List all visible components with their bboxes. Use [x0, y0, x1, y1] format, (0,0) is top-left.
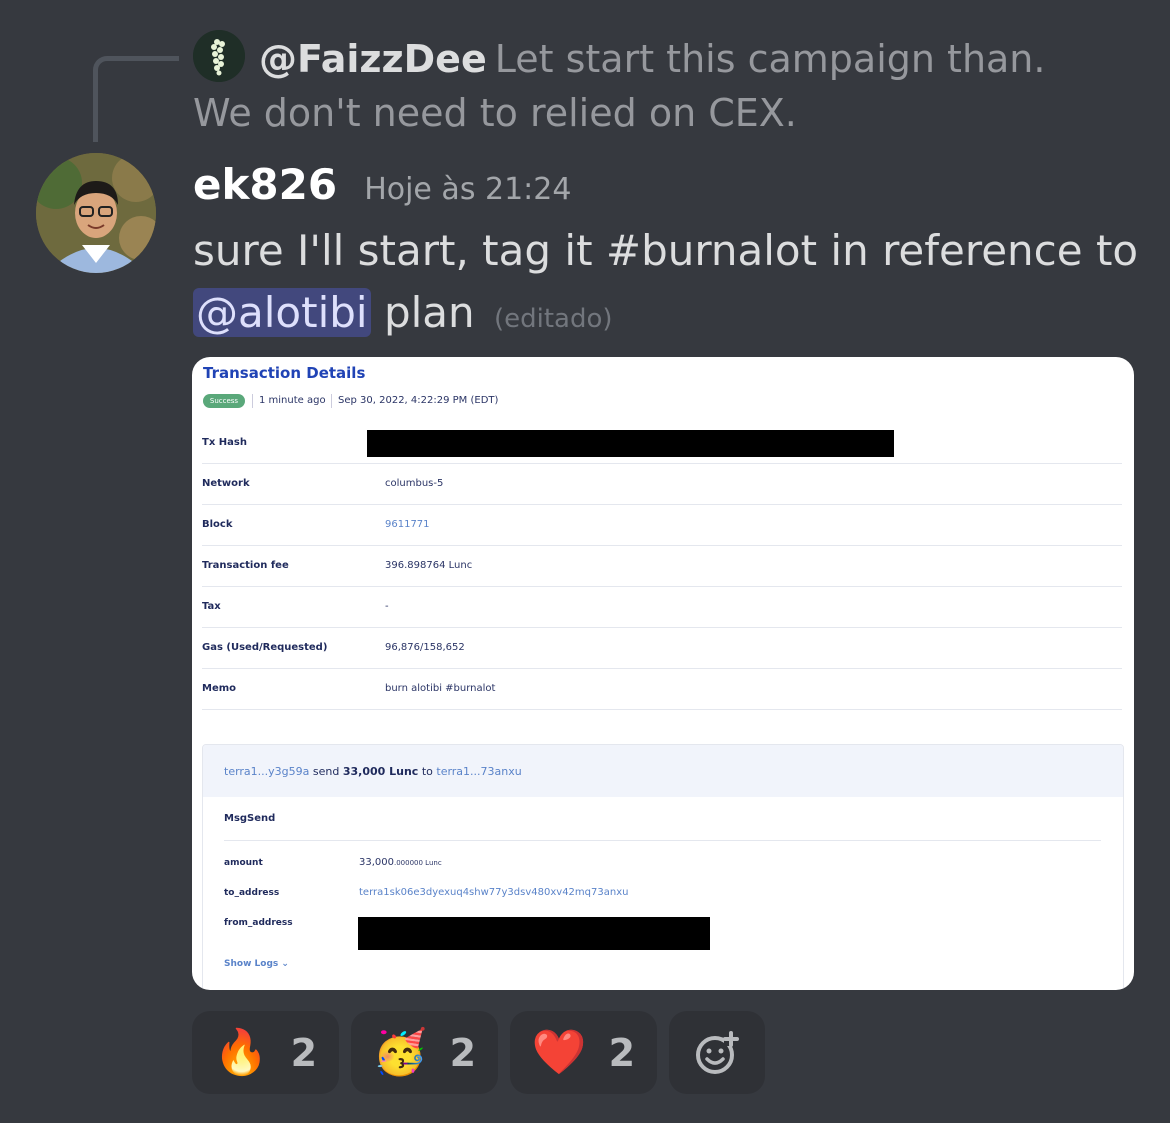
- tx-datetime: Sep 30, 2022, 4:22:29 PM (EDT): [331, 394, 498, 408]
- row-value: burn alotibi #burnalot: [385, 683, 496, 694]
- row-label: Tax: [202, 601, 221, 612]
- message-header: ek826 Hoje às 21:24: [193, 160, 571, 220]
- row-label: Gas (Used/Requested): [202, 642, 328, 653]
- reaction-count: 2: [608, 1030, 636, 1075]
- from-address-short: terra1...y3g59a: [224, 765, 310, 778]
- amount-label: amount: [224, 858, 263, 868]
- tx-row: Network columbus-5: [202, 463, 1122, 505]
- show-logs-link: Show Logs ⌄: [224, 959, 289, 969]
- reaction-partying-face[interactable]: 🥳 2: [351, 1011, 498, 1094]
- to-address-short: terra1...73anxu: [436, 765, 522, 778]
- tx-age: 1 minute ago: [252, 394, 326, 408]
- to-address-label: to_address: [224, 888, 280, 898]
- message-username[interactable]: ek826: [193, 160, 337, 209]
- from-address-label: from_address: [224, 918, 293, 928]
- user-avatar[interactable]: [36, 153, 156, 273]
- partying-face-icon: 🥳: [372, 1026, 428, 1078]
- amount-main: 33,000: [359, 857, 394, 868]
- reaction-heart[interactable]: ❤️ 2: [510, 1011, 657, 1094]
- block-link: 9611771: [385, 519, 430, 530]
- tx-row: Tax -: [202, 586, 1122, 628]
- msg-summary: terra1...y3g59a send 33,000 Lunc to terr…: [203, 745, 1123, 797]
- fire-icon: 🔥: [213, 1026, 269, 1078]
- tx-row: Gas (Used/Requested) 96,876/158,652: [202, 627, 1122, 669]
- row-label: Network: [202, 478, 250, 489]
- heart-icon: ❤️: [531, 1026, 587, 1078]
- reaction-fire[interactable]: 🔥 2: [192, 1011, 339, 1094]
- row-value: columbus-5: [385, 478, 444, 489]
- row-label: Memo: [202, 683, 237, 694]
- msg-summary-line: terra1...y3g59a send 33,000 Lunc to terr…: [224, 765, 522, 778]
- row-value: 396.898764 Lunc: [385, 560, 473, 571]
- row-label: Block: [202, 519, 233, 530]
- attachment-image[interactable]: Transaction Details Success 1 minute ago…: [192, 357, 1134, 990]
- divider: [224, 840, 1101, 841]
- reply-preview[interactable]: @FaizzDee Let start this campaign than. W…: [193, 32, 1093, 140]
- tx-row: Memo burn alotibi #burnalot: [202, 668, 1122, 710]
- redaction-bar: [358, 917, 710, 950]
- msg-type: MsgSend: [224, 813, 276, 824]
- send-word: send: [312, 765, 340, 778]
- edited-indicator: (editado): [493, 304, 613, 334]
- reaction-count: 2: [290, 1030, 318, 1075]
- add-reaction-button[interactable]: [669, 1011, 765, 1094]
- redaction-bar: [367, 430, 894, 457]
- send-amount: 33,000 Lunc: [342, 765, 419, 778]
- reply-username[interactable]: @FaizzDee: [259, 37, 487, 81]
- message-timestamp: Hoje às 21:24: [364, 172, 572, 207]
- message-box: terra1...y3g59a send 33,000 Lunc to terr…: [202, 744, 1124, 990]
- message-content: sure I'll start, tag it #burnalot in ref…: [193, 220, 1143, 350]
- reaction-count: 2: [449, 1030, 477, 1075]
- user-mention[interactable]: @alotibi: [193, 288, 371, 337]
- amount-decimals: .000000 Lunc: [394, 859, 442, 867]
- message-text-end: plan: [383, 288, 475, 337]
- row-label: Transaction fee: [202, 560, 289, 571]
- row-label: Tx Hash: [202, 437, 247, 448]
- to-word: to: [421, 765, 433, 778]
- row-value: -: [385, 601, 389, 612]
- row-value: 96,876/158,652: [385, 642, 465, 653]
- reply-connector: [93, 56, 179, 142]
- tx-title: Transaction Details: [203, 364, 366, 382]
- add-reaction-icon: [696, 1030, 739, 1074]
- tx-row: Transaction fee 396.898764 Lunc: [202, 545, 1122, 587]
- to-address-value: terra1sk06e3dyexuq4shw77y3dsv480xv42mq73…: [359, 887, 629, 898]
- status-badge: Success: [203, 394, 245, 408]
- tx-row: Block 9611771: [202, 504, 1122, 546]
- amount-value: 33,000.000000 Lunc: [359, 857, 442, 868]
- message-text: sure I'll start, tag it #burnalot in ref…: [193, 226, 1139, 275]
